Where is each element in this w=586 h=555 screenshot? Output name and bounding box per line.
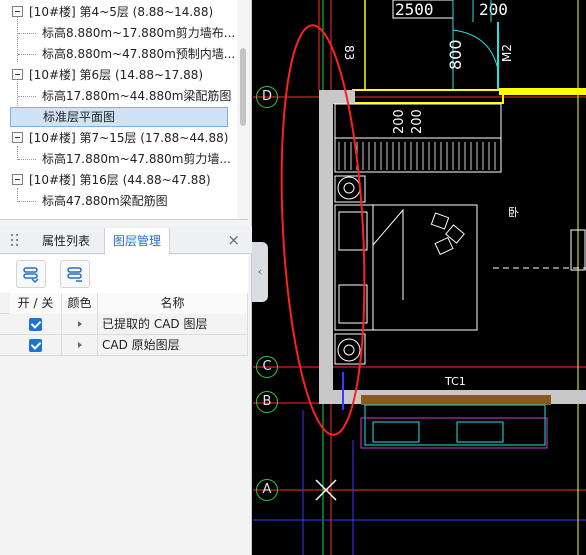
layer-toggle-cell (10, 335, 62, 356)
tree-item-precast-wall[interactable]: 标高8.880m~47.880m预制内墙... (0, 44, 236, 65)
tree-item-beam-reinforcement[interactable]: 标高17.880m~44.880m梁配筋图 (0, 86, 236, 107)
drawing-tree: [10#楼] 第4~5层 (8.88~14.88) 标高8.880m~17.88… (0, 0, 248, 220)
dimension-text: 2500 (395, 0, 434, 19)
expand-arrow-icon[interactable] (77, 321, 82, 327)
tree-group-floor-16[interactable]: [10#楼] 第16层 (44.88~47.88) (0, 170, 236, 191)
tree-group-floor-4-5[interactable]: [10#楼] 第4~5层 (8.88~14.88) (0, 2, 236, 23)
header-name: 名称 (98, 293, 248, 314)
tree-item-label: 标高47.880m梁配筋图 (42, 194, 168, 208)
collapse-toggle-icon[interactable] (12, 132, 23, 143)
layer-name: CAD 原始图层 (98, 335, 248, 356)
layer-visibility-checkbox[interactable] (29, 339, 42, 352)
hide-layers-button[interactable] (60, 260, 90, 288)
tree-group-floor-7-15[interactable]: [10#楼] 第7~15层 (17.88~44.88) (0, 128, 236, 149)
tree-item-standard-floor-plan[interactable]: 标准层平面图 (0, 107, 236, 128)
small-label: M2 (500, 44, 514, 62)
axis-bubble-c: C (256, 356, 278, 378)
vertical-dim: 200 (410, 109, 425, 134)
vertical-dim: 800 (446, 39, 465, 70)
tree-scrollbar-thumb[interactable] (240, 48, 246, 126)
tree-scrollbar[interactable] (237, 0, 248, 219)
tree-item-label: 标高8.880m~17.880m剪力墙布... (42, 26, 236, 40)
close-icon[interactable]: × (227, 231, 240, 249)
window-label: TC1 (444, 375, 466, 388)
tree-item-label: 标高8.880m~47.880m预制内墙... (42, 47, 236, 61)
layers-hide-icon (67, 267, 82, 282)
axis-bubble-d: D (256, 86, 278, 108)
collapse-toggle-icon[interactable] (12, 69, 23, 80)
layers-show-icon (23, 267, 39, 284)
small-label: 83 (342, 45, 356, 60)
dimension-text-2: 200 (479, 0, 508, 19)
axis-bubble-a: A (256, 479, 278, 501)
tree-group-label: [10#楼] 第16层 (44.88~47.88) (29, 173, 211, 187)
layer-color-cell[interactable] (62, 314, 98, 335)
layer-toggle-cell (10, 314, 62, 335)
collapse-panel-handle[interactable]: ‹ (252, 242, 268, 302)
tab-layer-management[interactable]: 图层管理 (104, 228, 171, 255)
tree-item-label: 标高17.880m~44.880m梁配筋图 (42, 89, 232, 103)
cad-viewport[interactable]: 2500 200 83 800 M2 200 200 卧 TC1 D C B A (253, 0, 586, 555)
collapse-toggle-icon[interactable] (12, 174, 23, 185)
layer-color-cell[interactable] (62, 335, 98, 356)
tree-item-label: 标高17.880m~47.880m剪力墙... (42, 152, 231, 166)
vertical-dim: 200 (392, 109, 407, 134)
tree-item-label: 标准层平面图 (10, 107, 228, 127)
tab-attributes[interactable]: 属性列表 (34, 228, 98, 254)
show-layers-button[interactable] (16, 260, 46, 288)
room-label: 卧 (508, 206, 519, 219)
panel-tabs: 属性列表 图层管理 × (0, 226, 252, 255)
cad-drawing[interactable]: 2500 200 83 800 M2 200 200 卧 TC1 (253, 0, 586, 555)
layer-table-header: 开 / 关 颜色 名称 (0, 293, 248, 314)
left-panel: [10#楼] 第4~5层 (8.88~14.88) 标高8.880m~17.88… (0, 0, 252, 555)
layer-name: 已提取的 CAD 图层 (98, 314, 248, 335)
layer-visibility-checkbox[interactable] (29, 318, 42, 331)
tree-group-label: [10#楼] 第4~5层 (8.88~14.88) (29, 5, 214, 19)
tree-group-label: [10#楼] 第6层 (14.88~17.88) (29, 68, 204, 82)
axis-bubble-b: B (256, 391, 278, 413)
tree-item-shear-wall-layout[interactable]: 标高8.880m~17.880m剪力墙布... (0, 23, 236, 44)
collapse-toggle-icon[interactable] (12, 6, 23, 17)
tree-group-label: [10#楼] 第7~15层 (17.88~44.88) (29, 131, 229, 145)
header-color: 颜色 (62, 293, 98, 314)
tree-item-beam-47[interactable]: 标高47.880m梁配筋图 (0, 191, 236, 212)
tree-group-floor-6[interactable]: [10#楼] 第6层 (14.88~17.88) (0, 65, 236, 86)
tree-item-shear-wall-17-47[interactable]: 标高17.880m~47.880m剪力墙... (0, 149, 236, 170)
table-row[interactable]: CAD 原始图层 (0, 335, 248, 356)
expand-arrow-icon[interactable] (77, 342, 82, 348)
drag-grip-icon[interactable] (10, 233, 20, 247)
header-toggle: 开 / 关 (10, 293, 62, 314)
table-row[interactable]: 已提取的 CAD 图层 (0, 314, 248, 335)
layer-toolbar (0, 255, 248, 293)
